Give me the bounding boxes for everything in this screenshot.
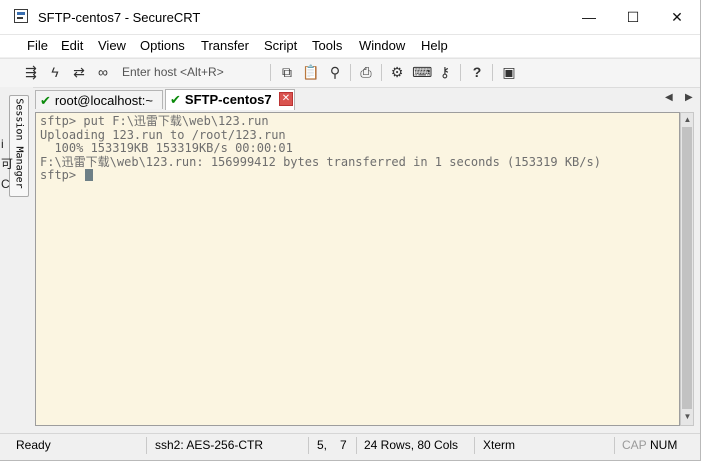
menu-view[interactable]: View	[98, 38, 126, 53]
status-bar: Ready ssh2: AES-256-CTR 5, 7 24 Rows, 80…	[0, 433, 700, 458]
toolbar-separator	[381, 64, 382, 81]
scroll-thumb[interactable]	[682, 127, 692, 409]
enter-host-input[interactable]: Enter host <Alt+R>	[112, 62, 272, 82]
close-button[interactable]: ✕	[660, 6, 694, 28]
toolbar-separator	[492, 64, 493, 81]
session-manager-label: Session Manager	[13, 98, 25, 189]
background-char: i	[1, 137, 4, 151]
menu-script[interactable]: Script	[264, 38, 297, 53]
toolbar-separator	[350, 64, 351, 81]
tab-close-icon[interactable]: ✕	[279, 92, 293, 106]
tab-label: SFTP-centos7	[184, 92, 272, 107]
toolbar: ⇶ ϟ ⇄ ∞ Enter host <Alt+R> ⧉ 📋 ⚲ ⎙ ⚙ ⌨ ⚷…	[0, 58, 700, 88]
terminal-cursor	[85, 169, 94, 181]
menu-transfer[interactable]: Transfer	[201, 38, 249, 53]
desktop-background	[701, 0, 714, 466]
status-separator	[474, 437, 475, 454]
copy-icon[interactable]: ⧉	[278, 63, 296, 81]
lightning-icon[interactable]: ϟ	[46, 63, 64, 81]
menu-window[interactable]: Window	[359, 38, 405, 53]
status-cipher: ssh2: AES-256-CTR	[155, 438, 264, 452]
terminal-line: F:\迅雷下载\web\123.run: 156999412 bytes tra…	[40, 154, 601, 169]
connected-check-icon: ✔	[40, 93, 51, 108]
menu-file[interactable]: File	[27, 38, 48, 53]
menu-help[interactable]: Help	[421, 38, 448, 53]
menu-bar: File Edit View Options Transfer Script T…	[0, 35, 700, 57]
menu-options[interactable]: Options	[140, 38, 185, 53]
reconnect-icon[interactable]: ⇄	[70, 63, 88, 81]
app-icon[interactable]	[14, 9, 28, 23]
status-col: 7	[340, 438, 347, 452]
maximize-button[interactable]: ☐	[616, 6, 650, 28]
session-manager-tab[interactable]: Session Manager	[9, 95, 29, 197]
status-num: NUM	[650, 438, 678, 452]
status-term: Xterm	[483, 438, 516, 452]
terminal-line: sftp> put F:\迅雷下载\web\123.run	[40, 114, 269, 128]
tab-scroll-right-icon[interactable]: ▶	[685, 92, 693, 103]
status-ready: Ready	[16, 438, 51, 452]
paste-icon[interactable]: 📋	[302, 63, 320, 81]
terminal-scrollbar[interactable]: ▲ ▼	[680, 112, 694, 426]
scroll-up-icon[interactable]: ▲	[682, 114, 693, 126]
minimize-button[interactable]: —	[572, 6, 606, 28]
sftp-icon[interactable]: ▣	[500, 63, 518, 81]
keymap-icon[interactable]: ⌨	[412, 63, 432, 81]
status-row: 5,	[317, 438, 328, 452]
toolbar-separator	[460, 64, 461, 81]
desktop-background-bottom	[0, 461, 714, 466]
key-icon[interactable]: ⚷	[436, 63, 454, 81]
status-size: 24 Rows, 80 Cols	[364, 438, 459, 452]
status-cap: CAP	[622, 438, 647, 452]
terminal-area[interactable]: sftp> put F:\迅雷下载\web\123.run Uploading …	[35, 112, 680, 426]
status-separator	[614, 437, 615, 454]
background-char: C	[1, 177, 10, 191]
status-separator	[308, 437, 309, 454]
menu-tools[interactable]: Tools	[312, 38, 342, 53]
terminal-line: 100% 153319KB 153319KB/s 00:00:01	[40, 141, 293, 155]
tab-root-localhost[interactable]: ✔ root@localhost:~	[35, 90, 163, 109]
menu-edit[interactable]: Edit	[61, 38, 83, 53]
print-icon[interactable]: ⎙	[357, 63, 375, 81]
terminal-line: Uploading 123.run to /root/123.run	[40, 127, 286, 142]
terminal-prompt: sftp>	[40, 168, 84, 182]
help-icon[interactable]: ?	[468, 63, 486, 81]
tab-sftp-centos7[interactable]: ✔ SFTP-centos7	[165, 89, 295, 110]
settings-icon[interactable]: ⚙	[388, 63, 406, 81]
status-separator	[356, 437, 357, 454]
securecrt-window: SFTP-centos7 - SecureCRT — ☐ ✕ File Edit…	[0, 0, 701, 461]
background-char: 可	[1, 157, 14, 171]
quick-connect-icon[interactable]: ⇶	[22, 63, 40, 81]
window-title: SFTP-centos7 - SecureCRT	[38, 10, 201, 25]
toolbar-separator	[270, 64, 271, 81]
background-window-text: i 可 C	[1, 134, 14, 194]
title-bar: SFTP-centos7 - SecureCRT — ☐ ✕	[0, 0, 700, 35]
link-icon[interactable]: ∞	[94, 63, 112, 81]
tab-scroll-left-icon[interactable]: ◀	[665, 92, 673, 103]
connected-check-icon: ✔	[170, 92, 181, 107]
tab-bar: ✔ root@localhost:~ ✔ SFTP-centos7 ✕ ◀ ▶	[33, 88, 700, 110]
scroll-down-icon[interactable]: ▼	[682, 411, 693, 423]
tab-label: root@localhost:~	[54, 93, 154, 108]
terminal-prompt-line: sftp>	[40, 168, 675, 183]
status-separator	[146, 437, 147, 454]
find-icon[interactable]: ⚲	[326, 63, 344, 81]
